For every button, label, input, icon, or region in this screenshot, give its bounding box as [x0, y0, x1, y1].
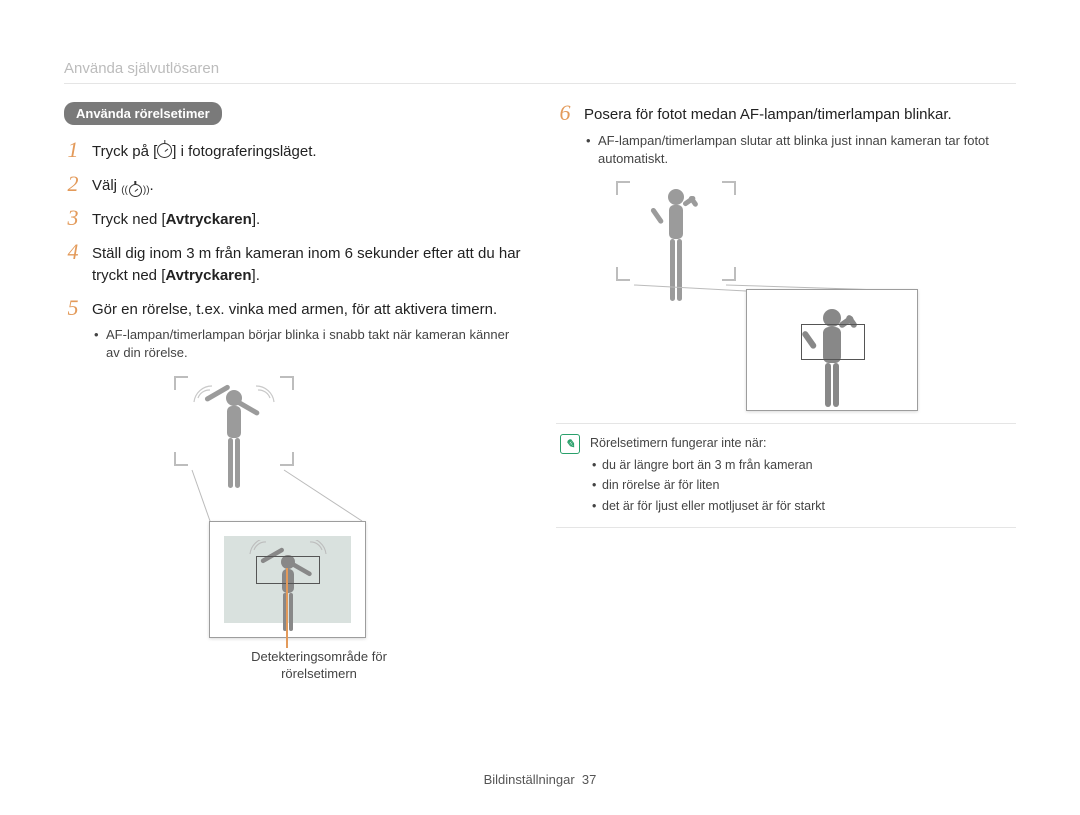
- step-text: Tryck ned [Avtryckaren].: [92, 207, 260, 231]
- step-text-pre: Välj: [92, 177, 121, 194]
- note-block: ✎ Rörelsetimern fungerar inte när: du är…: [556, 423, 1016, 528]
- person-waving-in-screen: [210, 540, 365, 640]
- note-item: din rörelse är för liten: [590, 476, 825, 494]
- step-text: Tryck på [ ] i fotograferingsläget.: [92, 139, 317, 163]
- running-head: Använda självutlösaren: [64, 60, 1016, 84]
- steps-left: 1 Tryck på [ ] i fotograferingsläget. 2 V…: [64, 139, 524, 366]
- step-4: 4 Ställ dig inom 3 m från kameran inom 6…: [64, 241, 524, 287]
- step-number: 5: [64, 297, 82, 319]
- step-text-post: ] i fotograferingsläget.: [172, 143, 316, 160]
- left-column: Använda rörelsetimer 1 Tryck på [ ] i fot…: [64, 102, 524, 666]
- detection-box: [256, 556, 320, 584]
- timer-icon: [157, 143, 172, 158]
- step-text-post: ].: [252, 211, 260, 228]
- substep: AF-lampan/timerlampan börjar blinka i sn…: [92, 326, 524, 362]
- step-text-bold: Avtryckaren: [165, 267, 251, 284]
- callout-line: [286, 568, 288, 648]
- camera-screen: [209, 521, 366, 638]
- page: Använda självutlösaren Använda rörelseti…: [0, 0, 1080, 815]
- step-5: 5 Gör en rörelse, t.ex. vinka med armen,…: [64, 297, 524, 366]
- motion-timer-icon: (()): [121, 184, 149, 197]
- step-text: Posera för fotot medan AF-lampan/timerla…: [584, 102, 1016, 171]
- footer-section: Bildinställningar: [484, 772, 575, 787]
- note-item: du är längre bort än 3 m från kameran: [590, 456, 825, 474]
- step-text: Välj (()).: [92, 173, 154, 198]
- step-3: 3 Tryck ned [Avtryckaren].: [64, 207, 524, 231]
- note-icon: ✎: [560, 434, 580, 454]
- note-body: Rörelsetimern fungerar inte när: du är l…: [590, 434, 825, 517]
- step-text-line: Ställ dig inom 3 m från kameran inom 6 s…: [92, 245, 521, 284]
- step-text: Ställ dig inom 3 m från kameran inom 6 s…: [92, 241, 524, 287]
- figure-caption: Detekteringsområde för rörelsetimern: [219, 648, 419, 683]
- step-number: 1: [64, 139, 82, 161]
- section-pill: Använda rörelsetimer: [64, 102, 222, 125]
- step-text-pre: Tryck på [: [92, 143, 157, 160]
- substeps: AF-lampan/timerlampan börjar blinka i sn…: [92, 326, 524, 362]
- steps-right: 6 Posera för fotot medan AF-lampan/timer…: [556, 102, 1016, 171]
- step-number: 3: [64, 207, 82, 229]
- step-2: 2 Välj (()).: [64, 173, 524, 198]
- page-number: 37: [582, 772, 596, 787]
- step-text-tail: ].: [252, 267, 260, 284]
- step-1: 1 Tryck på [ ] i fotograferingsläget.: [64, 139, 524, 163]
- substep: AF-lampan/timerlampan slutar att blinka …: [584, 132, 1016, 168]
- figure-posing: [556, 181, 1016, 411]
- step-6: 6 Posera för fotot medan AF-lampan/timer…: [556, 102, 1016, 171]
- step-text-line: Posera för fotot medan AF-lampan/timerla…: [584, 106, 952, 123]
- page-footer: Bildinställningar 37: [0, 772, 1080, 787]
- step-text-post: .: [150, 177, 154, 194]
- note-list: du är längre bort än 3 m från kameran di…: [590, 456, 825, 514]
- step-text-line: Gör en rörelse, t.ex. vinka med armen, f…: [92, 301, 497, 318]
- step-number: 4: [64, 241, 82, 263]
- columns: Använda rörelsetimer 1 Tryck på [ ] i fot…: [64, 102, 1016, 666]
- right-column: 6 Posera för fotot medan AF-lampan/timer…: [556, 102, 1016, 666]
- note-lead: Rörelsetimern fungerar inte när:: [590, 434, 825, 452]
- figure-motion-detection: Detekteringsområde för rörelsetimern: [64, 376, 524, 666]
- note-item: det är för ljust eller motljuset är för …: [590, 497, 825, 515]
- step-text: Gör en rörelse, t.ex. vinka med armen, f…: [92, 297, 524, 366]
- step-text-pre: Tryck ned [: [92, 211, 166, 228]
- step-number: 2: [64, 173, 82, 195]
- substeps: AF-lampan/timerlampan slutar att blinka …: [584, 132, 1016, 168]
- camera-screen: [746, 289, 918, 411]
- step-text-bold: Avtryckaren: [166, 211, 252, 228]
- detection-box: [801, 324, 865, 360]
- step-number: 6: [556, 102, 574, 124]
